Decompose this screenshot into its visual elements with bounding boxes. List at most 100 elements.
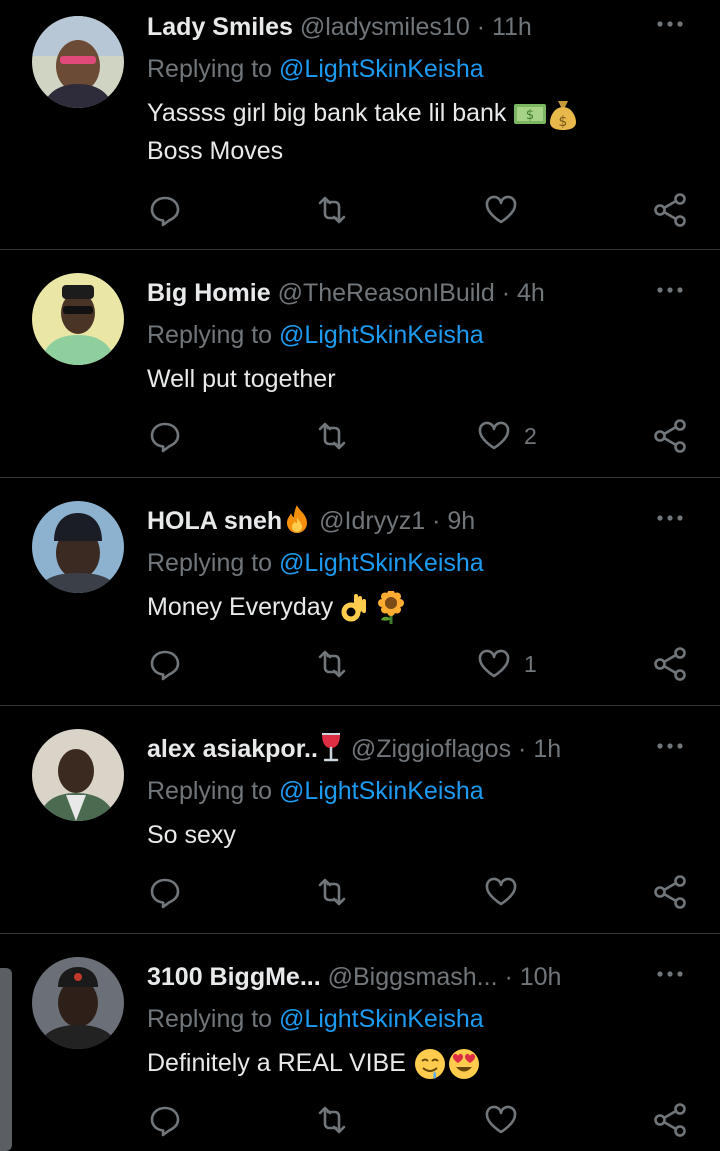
more-icon[interactable] — [654, 964, 686, 984]
replying-to-label: Replying to — [147, 55, 280, 83]
like-button[interactable]: 1 — [474, 644, 537, 684]
timestamp[interactable]: 11h — [492, 13, 532, 41]
tweet-text-line: Boss Moves — [147, 137, 284, 165]
replying-to-label: Replying to — [147, 777, 280, 805]
user-handle[interactable]: @Ziggioflagos — [351, 735, 511, 763]
retweet-icon — [312, 1100, 352, 1140]
avatar[interactable] — [32, 957, 124, 1049]
timestamp[interactable]: 4h — [517, 279, 545, 307]
like-button[interactable] — [481, 190, 531, 230]
svg-text:$: $ — [559, 114, 568, 130]
display-name[interactable]: HOLA sneh — [147, 507, 282, 535]
tweet-actions — [0, 872, 720, 912]
reply-button[interactable] — [145, 1100, 185, 1140]
retweet-button[interactable] — [312, 416, 352, 456]
retweet-button[interactable] — [312, 190, 352, 230]
mention-link[interactable]: @LightSkinKeisha — [279, 777, 484, 805]
mention-link[interactable]: @LightSkinKeisha — [279, 55, 484, 83]
tweet-text-line: Money Everyday — [147, 593, 334, 621]
user-handle[interactable]: @TheReasonIBuild — [278, 279, 495, 307]
user-handle[interactable]: @ladysmiles10 — [300, 13, 470, 41]
replying-to: Replying to @LightSkinKeisha — [147, 318, 484, 352]
avatar[interactable] — [32, 273, 124, 365]
tweet-header: 3100 BiggMe... @Biggsmash... · 10h — [147, 960, 561, 994]
wine-glass-emoji — [321, 733, 340, 762]
more-icon[interactable] — [654, 14, 686, 34]
more-icon[interactable] — [654, 508, 686, 528]
retweet-icon — [312, 644, 352, 684]
share-button[interactable] — [650, 190, 690, 230]
timestamp[interactable]: 9h — [447, 507, 475, 535]
reply-icon — [145, 416, 185, 456]
replying-to: Replying to @LightSkinKeisha — [147, 546, 484, 580]
separator-dot: · — [501, 279, 511, 307]
share-button[interactable] — [650, 416, 690, 456]
avatar[interactable] — [32, 16, 124, 108]
tweet-text: Money Everyday — [147, 588, 687, 626]
separator-dot: · — [476, 13, 486, 41]
like-button[interactable] — [481, 872, 531, 912]
timestamp[interactable]: 10h — [520, 963, 562, 991]
display-name[interactable]: 3100 BiggMe... — [147, 963, 321, 991]
mention-link[interactable]: @LightSkinKeisha — [279, 321, 484, 349]
like-button[interactable]: 2 — [474, 416, 537, 456]
tweet-text: Definitely a REAL VIBE — [147, 1044, 687, 1082]
display-name[interactable]: Lady Smiles — [147, 13, 293, 41]
display-name[interactable]: Big Homie — [147, 279, 271, 307]
reply-button[interactable] — [145, 644, 185, 684]
share-button[interactable] — [650, 644, 690, 684]
divider — [0, 705, 720, 706]
tweet-text: Yassss girl big bank take lil bank $ $ Bo… — [147, 94, 687, 170]
replying-to-label: Replying to — [147, 549, 280, 577]
share-icon — [650, 1100, 690, 1140]
svg-text:$: $ — [526, 108, 534, 123]
separator-dot: · — [432, 507, 441, 535]
like-icon — [481, 872, 521, 912]
more-icon[interactable] — [654, 280, 686, 300]
user-handle[interactable]: @Biggsmash... — [328, 963, 498, 991]
avatar[interactable] — [32, 729, 124, 821]
like-icon — [481, 190, 521, 230]
mention-link[interactable]: @LightSkinKeisha — [279, 549, 484, 577]
avatar[interactable] — [32, 501, 124, 593]
divider — [0, 249, 720, 250]
share-icon — [650, 872, 690, 912]
reply-button[interactable] — [145, 872, 185, 912]
tweet-header: Big Homie @TheReasonIBuild · 4h — [147, 276, 545, 310]
retweet-button[interactable] — [312, 872, 352, 912]
timestamp[interactable]: 1h — [533, 735, 561, 763]
drooling-face-emoji — [414, 1049, 445, 1080]
share-icon — [650, 644, 690, 684]
tweet-text-line: Yassss girl big bank take lil bank — [147, 99, 507, 127]
tweet-actions — [0, 1100, 720, 1140]
retweet-icon — [312, 416, 352, 456]
display-name[interactable]: alex asiakpor.. — [147, 735, 318, 763]
share-icon — [650, 416, 690, 456]
tweet-text-line: Definitely a REAL VIBE — [147, 1049, 406, 1077]
tweet-actions: 1 — [0, 644, 720, 684]
divider — [0, 933, 720, 934]
retweet-button[interactable] — [312, 644, 352, 684]
share-button[interactable] — [650, 1100, 690, 1140]
like-button[interactable] — [481, 1100, 531, 1140]
retweet-button[interactable] — [312, 1100, 352, 1140]
like-count: 1 — [524, 650, 537, 677]
mention-link[interactable]: @LightSkinKeisha — [279, 1005, 484, 1033]
retweet-icon — [312, 872, 352, 912]
reply-button[interactable] — [145, 416, 185, 456]
reply-icon — [145, 644, 185, 684]
scrollbar[interactable] — [0, 968, 12, 1151]
separator-dot: · — [518, 735, 527, 763]
share-icon — [650, 190, 690, 230]
user-handle[interactable]: @Idryyz1 — [319, 507, 425, 535]
share-button[interactable] — [650, 872, 690, 912]
tweet-text: So sexy — [147, 821, 236, 849]
reply-button[interactable] — [145, 190, 185, 230]
retweet-icon — [312, 190, 352, 230]
more-icon[interactable] — [654, 736, 686, 756]
reply-icon — [145, 190, 185, 230]
ok-hand-emoji — [341, 594, 367, 622]
sunflower-emoji — [378, 591, 405, 625]
replying-to-label: Replying to — [147, 321, 280, 349]
money-bag-emoji: $ — [550, 101, 577, 131]
